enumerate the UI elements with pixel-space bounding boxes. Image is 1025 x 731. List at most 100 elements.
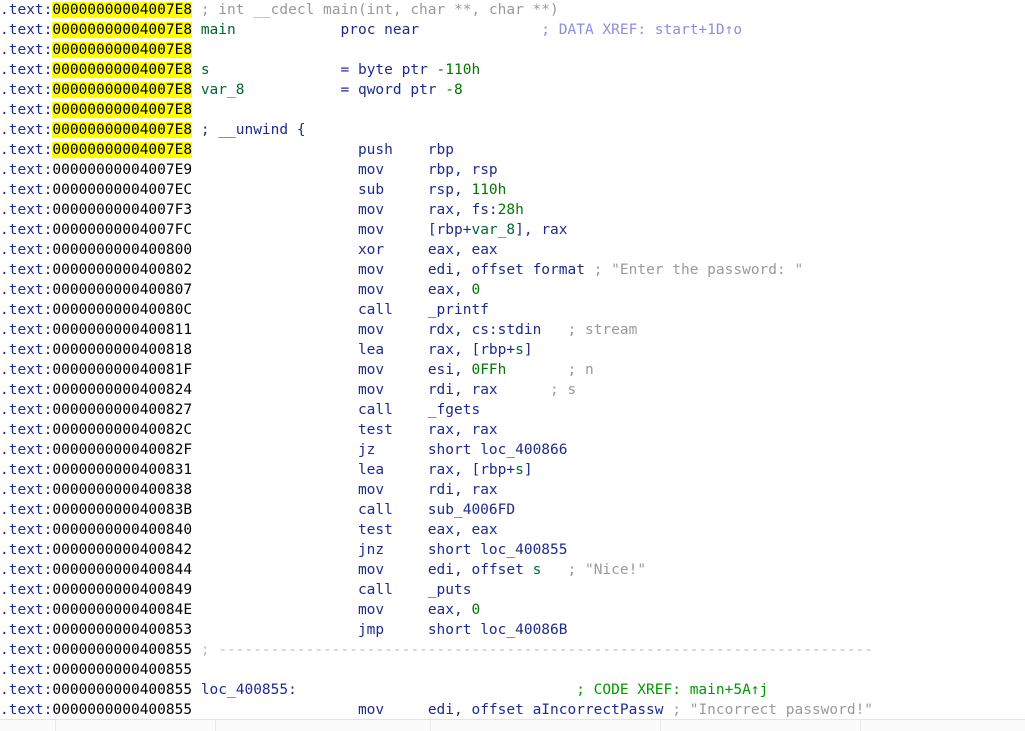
address[interactable]: 000000000040082C	[52, 422, 192, 438]
address[interactable]: 0000000000400855	[52, 682, 192, 698]
disasm-line[interactable]: .text:0000000000400855 mov edi, offset a…	[0, 700, 1025, 720]
address-highlighted[interactable]: 00000000004007E8	[52, 102, 193, 118]
token-loc[interactable]: short loc_400866	[428, 442, 568, 458]
status-bar	[0, 719, 1025, 731]
disasm-line[interactable]: .text:000000000040083B call sub_4006FD	[0, 500, 1025, 520]
address[interactable]: 0000000000400853	[52, 622, 192, 638]
disasm-line[interactable]: .text:0000000000400827 call _fgets	[0, 400, 1025, 420]
address[interactable]: 0000000000400838	[52, 482, 192, 498]
disasm-line[interactable]: .text:0000000000400807 mov eax, 0	[0, 280, 1025, 300]
disasm-line[interactable]: .text:000000000040082C test rax, rax	[0, 420, 1025, 440]
token-mnem: mov	[357, 382, 385, 398]
disasm-line[interactable]: .text:0000000000400831 lea rax, [rbp+s]	[0, 460, 1025, 480]
disasm-line[interactable]: .text:0000000000400849 call _puts	[0, 580, 1025, 600]
disasm-line[interactable]: .text:00000000004007E8	[0, 40, 1025, 60]
disasm-line[interactable]: .text:00000000004007F3 mov rax, fs:28h	[0, 200, 1025, 220]
disasm-line[interactable]: .text:0000000000400818 lea rax, [rbp+s]	[0, 340, 1025, 360]
disasm-line[interactable]: .text:00000000004007E8 ; int __cdecl mai…	[0, 0, 1025, 20]
disasm-line[interactable]: .text:0000000000400802 mov edi, offset f…	[0, 260, 1025, 280]
address[interactable]: 0000000000400827	[52, 402, 192, 418]
address[interactable]: 0000000000400831	[52, 462, 192, 478]
disasm-line[interactable]: .text:0000000000400840 test eax, eax	[0, 520, 1025, 540]
address[interactable]: 0000000000400840	[52, 522, 192, 538]
address[interactable]: 0000000000400802	[52, 262, 192, 278]
address[interactable]: 00000000004007F3	[52, 202, 192, 218]
token-loc[interactable]: short loc_40086B	[428, 622, 568, 638]
address[interactable]: 000000000040084E	[52, 602, 192, 618]
address[interactable]: 0000000000400855	[52, 662, 192, 678]
disasm-line[interactable]: .text:000000000040082F jz short loc_4008…	[0, 440, 1025, 460]
token-name[interactable]: var_8	[201, 82, 245, 98]
address[interactable]: 000000000040080C	[52, 302, 192, 318]
disasm-line[interactable]: .text:0000000000400855 ; ---------------…	[0, 640, 1025, 660]
address[interactable]: 0000000000400818	[52, 342, 192, 358]
address-highlighted[interactable]: 00000000004007E8	[52, 42, 193, 58]
token-xref-c[interactable]: ; CODE XREF: main+5A↑j	[576, 682, 768, 698]
disasm-line[interactable]: .text:0000000000400855 loc_400855: ; COD…	[0, 680, 1025, 700]
disasm-line[interactable]: .text:00000000004007E8 push rbp	[0, 140, 1025, 160]
disasm-line[interactable]: .text:0000000000400853 jmp short loc_400…	[0, 620, 1025, 640]
address-highlighted[interactable]: 00000000004007E8	[52, 122, 193, 138]
token-func[interactable]: _puts	[428, 582, 472, 598]
address[interactable]: 00000000004007EC	[52, 182, 192, 198]
address[interactable]: 0000000000400824	[52, 382, 192, 398]
disasm-line[interactable]: .text:0000000000400842 jnz short loc_400…	[0, 540, 1025, 560]
token-reg: eax,	[427, 282, 472, 298]
disasm-line[interactable]: .text:000000000040080C call _printf	[0, 300, 1025, 320]
address[interactable]: 0000000000400855	[52, 642, 192, 658]
address-highlighted[interactable]: 00000000004007E8	[52, 22, 193, 38]
disasm-line[interactable]: .text:0000000000400838 mov rdi, rax	[0, 480, 1025, 500]
disasm-line[interactable]: .text:00000000004007E8 ; __unwind {	[0, 120, 1025, 140]
disasm-line[interactable]: .text:000000000040081F mov esi, 0FFh ; n	[0, 360, 1025, 380]
address-highlighted[interactable]: 00000000004007E8	[52, 142, 193, 158]
disasm-line[interactable]: .text:00000000004007E8 main proc near ; …	[0, 20, 1025, 40]
address[interactable]: 0000000000400811	[52, 322, 192, 338]
disasm-line[interactable]: .text:00000000004007E8 var_8 = qword ptr…	[0, 80, 1025, 100]
token-loc[interactable]: loc_400855:	[201, 682, 297, 698]
address[interactable]: 0000000000400855	[52, 702, 192, 718]
token-func[interactable]: sub_4006FD	[428, 502, 515, 518]
address[interactable]: 00000000004007E9	[52, 162, 192, 178]
token-gap	[192, 262, 358, 278]
address[interactable]: 0000000000400849	[52, 582, 192, 598]
token-mnem: push	[357, 142, 393, 158]
disasm-line[interactable]: .text:00000000004007E9 mov rbp, rsp	[0, 160, 1025, 180]
token-name[interactable]: s	[533, 562, 542, 578]
disasm-line[interactable]: .text:0000000000400824 mov rdi, rax ; s	[0, 380, 1025, 400]
disasm-line[interactable]: .text:00000000004007EC sub rsp, 110h	[0, 180, 1025, 200]
token-name[interactable]: s	[515, 342, 524, 358]
disasm-line[interactable]: .text:00000000004007E8	[0, 100, 1025, 120]
segment-prefix: .text:	[0, 602, 53, 618]
token-name[interactable]: main	[201, 22, 236, 38]
disasm-line[interactable]: .text:0000000000400811 mov rdx, cs:stdin…	[0, 320, 1025, 340]
token-func[interactable]: _fgets	[428, 402, 480, 418]
address[interactable]: 0000000000400807	[52, 282, 192, 298]
token-loc[interactable]: short loc_400855	[428, 542, 568, 558]
disassembly-view[interactable]: .text:00000000004007E8 ; int __cdecl mai…	[0, 0, 1025, 719]
address[interactable]: 0000000000400844	[52, 562, 192, 578]
token-name[interactable]: s	[201, 62, 210, 78]
token-dash: ; --------------------------------------…	[200, 642, 874, 658]
address[interactable]: 000000000040082F	[52, 442, 192, 458]
address[interactable]: 0000000000400800	[52, 242, 192, 258]
token-mnem: xor	[357, 242, 385, 258]
disasm-line[interactable]: .text:00000000004007FC mov [rbp+var_8], …	[0, 220, 1025, 240]
token-name[interactable]: var_8	[471, 222, 515, 238]
address[interactable]: 000000000040081F	[52, 362, 192, 378]
address-highlighted[interactable]: 00000000004007E8	[52, 2, 193, 18]
disasm-line[interactable]: .text:0000000000400844 mov edi, offset s…	[0, 560, 1025, 580]
disasm-line[interactable]: .text:000000000040084E mov eax, 0	[0, 600, 1025, 620]
token-reg: eax, eax	[427, 522, 498, 538]
token-xref-d[interactable]: ; DATA XREF: start+1D↑o	[541, 22, 742, 38]
address-highlighted[interactable]: 00000000004007E8	[52, 62, 193, 78]
disasm-line[interactable]: .text:00000000004007E8 s = byte ptr -110…	[0, 60, 1025, 80]
address[interactable]: 0000000000400842	[52, 542, 192, 558]
disasm-line[interactable]: .text:0000000000400800 xor eax, eax	[0, 240, 1025, 260]
address[interactable]: 000000000040083B	[52, 502, 192, 518]
token-func[interactable]: _printf	[428, 302, 489, 318]
address[interactable]: 00000000004007FC	[52, 222, 192, 238]
token-name[interactable]: s	[515, 462, 524, 478]
address-highlighted[interactable]: 00000000004007E8	[52, 82, 193, 98]
disasm-line[interactable]: .text:0000000000400855	[0, 660, 1025, 680]
token-gap	[384, 262, 428, 278]
